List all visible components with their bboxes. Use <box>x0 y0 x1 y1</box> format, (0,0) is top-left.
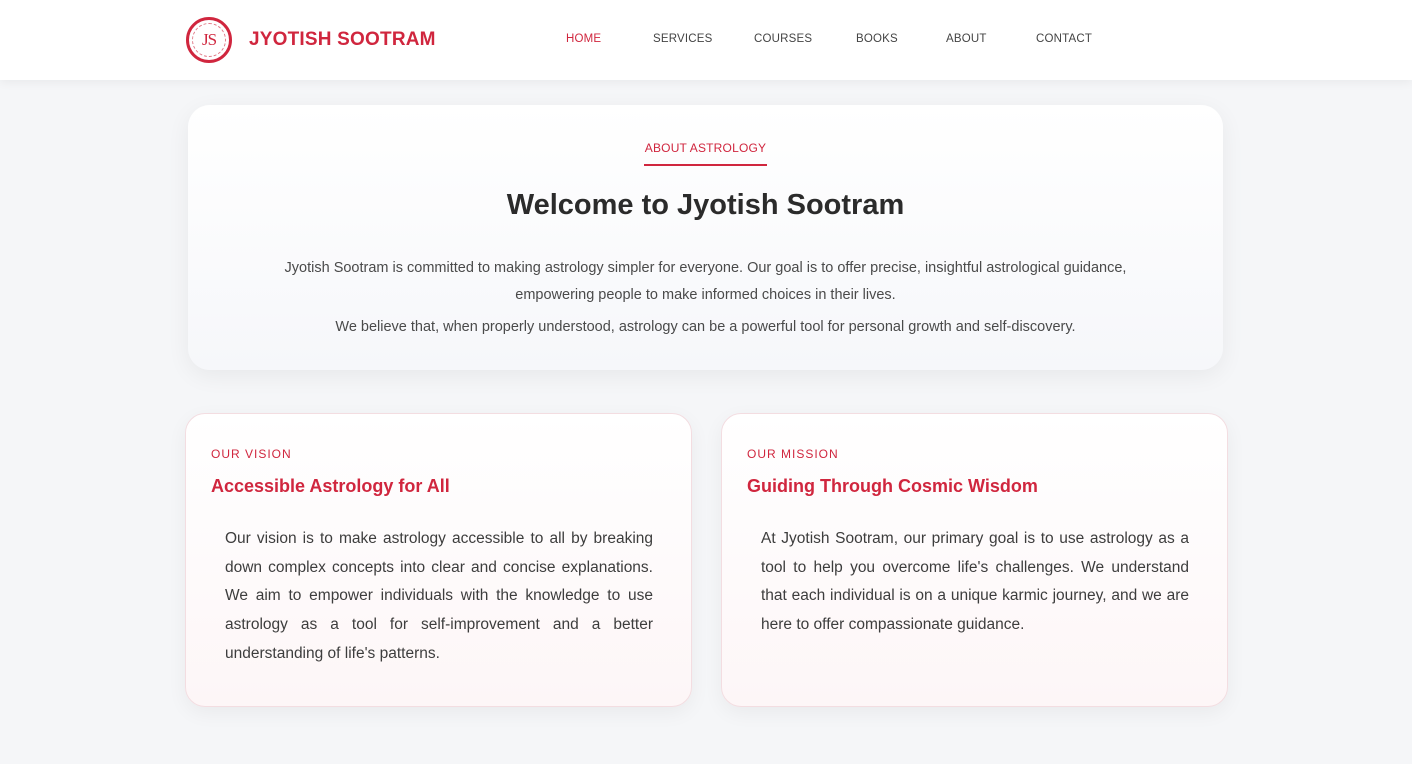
about-astrology-card: ABOUT ASTROLOGY Welcome to Jyotish Sootr… <box>188 105 1223 370</box>
about-paragraph-1: Jyotish Sootram is committed to making a… <box>284 260 1127 303</box>
page-title: Welcome to Jyotish Sootram <box>506 189 905 221</box>
vision-card: OUR VISION Accessible Astrology for All … <box>185 413 692 707</box>
vision-title: Accessible Astrology for All <box>211 476 450 496</box>
vision-tag: OUR VISION <box>211 447 292 461</box>
mission-text: At Jyotish Sootram, our primary goal is … <box>761 530 1189 634</box>
vision-text: Our vision is to make astrology accessib… <box>225 530 653 662</box>
nav-courses[interactable]: COURSES <box>754 33 812 45</box>
logo-icon[interactable]: JS <box>186 17 232 63</box>
mission-card: OUR MISSION Guiding Through Cosmic Wisdo… <box>721 413 1228 707</box>
nav-services[interactable]: SERVICES <box>653 33 713 45</box>
mission-tag: OUR MISSION <box>747 447 839 461</box>
brand-name[interactable]: JYOTISH SOOTRAM <box>249 29 436 51</box>
nav-about[interactable]: ABOUT <box>946 33 987 45</box>
about-paragraph-2: We believe that, when properly understoo… <box>335 319 1076 335</box>
nav-contact[interactable]: CONTACT <box>1036 33 1092 45</box>
about-tag: ABOUT ASTROLOGY <box>644 141 767 155</box>
logo-initials: JS <box>201 30 217 49</box>
site-header: JS JYOTISH SOOTRAM HOME SERVICES COURSES… <box>0 0 1412 80</box>
nav-books[interactable]: BOOKS <box>856 33 898 45</box>
tag-underline <box>644 164 767 166</box>
mission-title: Guiding Through Cosmic Wisdom <box>747 476 1038 496</box>
nav-home[interactable]: HOME <box>566 33 601 45</box>
